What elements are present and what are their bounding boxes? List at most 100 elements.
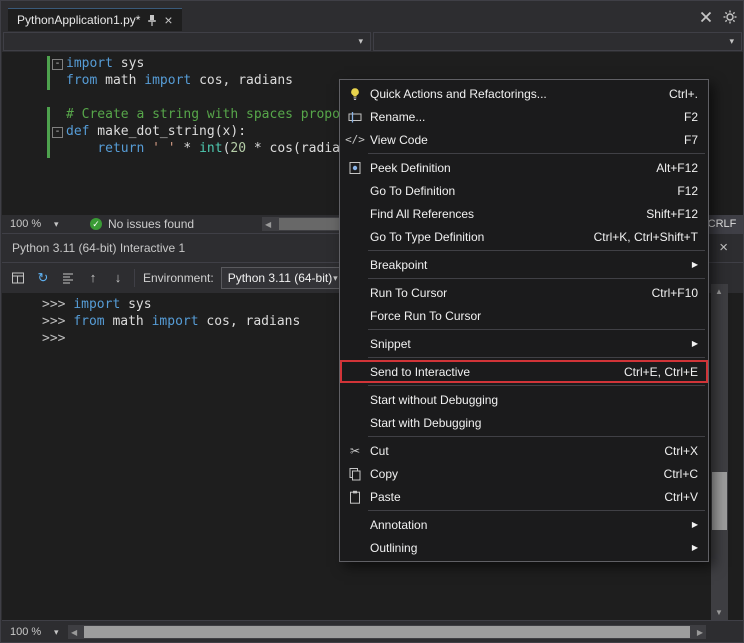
menu-shortcut: F12 bbox=[677, 184, 698, 198]
chevron-down-icon[interactable]: ▾ bbox=[54, 219, 59, 230]
scroll-left-icon[interactable]: ◀ bbox=[265, 220, 271, 229]
menu-item-rename[interactable]: Rename... F2 bbox=[340, 105, 708, 128]
code-token: >>> bbox=[42, 297, 73, 312]
panel-title: Python 3.11 (64-bit) Interactive 1 bbox=[12, 241, 185, 255]
menu-item-label: Run To Cursor bbox=[370, 286, 447, 300]
menu-item-view-code[interactable]: </>View CodeF7 bbox=[340, 128, 708, 151]
menu-item-force-run-to-cursor[interactable]: Force Run To Cursor bbox=[340, 304, 708, 327]
menu-item-start-with-debugging[interactable]: Start with Debugging bbox=[340, 411, 708, 434]
history-previous-icon[interactable]: ↑ bbox=[85, 271, 101, 285]
menu-item-label: View Code bbox=[370, 133, 428, 147]
code-token: ' ' bbox=[152, 141, 175, 156]
gear-icon[interactable] bbox=[723, 10, 737, 24]
close-icon[interactable]: × bbox=[719, 239, 728, 256]
menu-item-label: Send to Interactive bbox=[370, 365, 470, 379]
menu-item-go-to-definition[interactable]: Go To DefinitionF12 bbox=[340, 179, 708, 202]
menu-separator bbox=[368, 329, 705, 330]
menu-item-paste[interactable]: PasteCtrl+V bbox=[340, 485, 708, 508]
menu-item-outlining[interactable]: Outlining▶ bbox=[340, 536, 708, 559]
code-token: cos, radians bbox=[191, 73, 293, 88]
menu-item-start-without-debugging[interactable]: Start without Debugging bbox=[340, 388, 708, 411]
menu-item-snippet[interactable]: Snippet▶ bbox=[340, 332, 708, 355]
menu-item-send-to-interactive[interactable]: Send to Interactive Ctrl+E, Ctrl+E bbox=[340, 360, 708, 383]
scroll-left-icon[interactable]: ◀ bbox=[71, 628, 77, 637]
menu-item-label: Start without Debugging bbox=[370, 393, 498, 407]
code-line: >>> bbox=[42, 331, 300, 348]
code-token: import bbox=[66, 56, 113, 71]
code-token bbox=[66, 141, 97, 156]
code-line: >>> from math import cos, radians bbox=[42, 314, 300, 331]
menu-item-run-to-cursor[interactable]: Run To Cursor Ctrl+F10 bbox=[340, 281, 708, 304]
menu-separator bbox=[368, 250, 705, 251]
menu-item-cut[interactable]: ✂CutCtrl+X bbox=[340, 439, 708, 462]
menu-shortcut: Ctrl+E, Ctrl+E bbox=[624, 365, 698, 379]
code-token: import bbox=[73, 297, 120, 312]
code-token: make_dot_string(x): bbox=[89, 124, 246, 139]
menu-item-label: Peek Definition bbox=[370, 161, 451, 175]
submenu-arrow-icon: ▶ bbox=[692, 543, 698, 552]
interactive-vertical-scrollbar[interactable]: ▲ ▼ bbox=[711, 284, 728, 620]
document-tab-bar: PythonApplication1.py* × bbox=[1, 1, 744, 31]
editor-zoom-select[interactable]: 100 % bbox=[10, 218, 41, 230]
menu-shortcut: Ctrl+F10 bbox=[652, 286, 698, 300]
menu-item-go-to-type-definition[interactable]: Go To Type Definition Ctrl+K, Ctrl+Shift+… bbox=[340, 225, 708, 248]
code-token: cos, radians bbox=[199, 314, 301, 329]
fold-collapse-icon[interactable]: - bbox=[52, 59, 63, 70]
menu-item-peek-definition[interactable]: Peek DefinitionAlt+F12 bbox=[340, 156, 708, 179]
chevron-down-icon[interactable]: ▾ bbox=[54, 627, 59, 638]
menu-item-annotation[interactable]: Annotation ▶ bbox=[340, 513, 708, 536]
menu-item-breakpoint[interactable]: Breakpoint▶ bbox=[340, 253, 708, 276]
code-token: def bbox=[66, 124, 89, 139]
paste-icon bbox=[340, 490, 370, 504]
menu-item-find-all-references[interactable]: Find All ReferencesShift+F12 bbox=[340, 202, 708, 225]
menu-shortcut: Ctrl+K, Ctrl+Shift+T bbox=[594, 230, 698, 244]
menu-item-quick-actions-and-refactorings[interactable]: Quick Actions and Refactorings...Ctrl+. bbox=[340, 82, 708, 105]
pin-icon[interactable] bbox=[147, 14, 157, 27]
code-line: -def make_dot_string(x): bbox=[66, 124, 348, 141]
tab-pythonapplication1[interactable]: PythonApplication1.py* × bbox=[8, 8, 182, 31]
menu-separator bbox=[368, 436, 705, 437]
scroll-up-icon[interactable]: ▲ bbox=[715, 287, 723, 296]
menu-shortcut: F2 bbox=[684, 110, 698, 124]
code-token: import bbox=[152, 314, 199, 329]
interactive-code[interactable]: >>> import sys>>> from math import cos, … bbox=[42, 297, 300, 348]
reset-icon[interactable]: ↻ bbox=[35, 271, 51, 285]
environment-value: Python 3.11 (64-bit) bbox=[228, 271, 333, 285]
menu-item-label: Quick Actions and Refactorings... bbox=[370, 87, 547, 101]
environment-dropdown[interactable]: Python 3.11 (64-bit) ▾ bbox=[221, 267, 345, 289]
close-icon[interactable]: × bbox=[164, 13, 172, 27]
code-token: sys bbox=[113, 56, 144, 71]
scrollbar-thumb[interactable] bbox=[712, 472, 727, 530]
code-token: 20 bbox=[230, 141, 246, 156]
clear-screen-icon[interactable] bbox=[60, 271, 76, 285]
menu-item-copy[interactable]: CopyCtrl+C bbox=[340, 462, 708, 485]
menu-item-label: Rename... bbox=[370, 110, 425, 124]
chevron-down-icon: ▾ bbox=[333, 273, 338, 284]
copy-icon bbox=[340, 467, 370, 481]
toolbar-separator bbox=[134, 269, 135, 287]
code-token: return bbox=[97, 141, 144, 156]
cut-icon: ✂ bbox=[340, 444, 370, 458]
interactive-zoom-select[interactable]: 100 % bbox=[10, 626, 41, 638]
scroll-down-icon[interactable]: ▼ bbox=[715, 608, 723, 617]
fold-collapse-icon[interactable]: - bbox=[52, 127, 63, 138]
code-line: from math import cos, radians bbox=[66, 73, 348, 90]
menu-item-label: Force Run To Cursor bbox=[370, 309, 481, 323]
editor-code: -import sysfrom math import cos, radians… bbox=[66, 56, 348, 158]
member-scope-dropdown[interactable]: ▾ bbox=[373, 32, 742, 51]
code-line: >>> import sys bbox=[42, 297, 300, 314]
interactive-window-icon[interactable] bbox=[10, 271, 26, 285]
submenu-arrow-icon: ▶ bbox=[692, 520, 698, 529]
interactive-horizontal-scrollbar[interactable]: ◀ ▶ bbox=[68, 625, 706, 639]
scrollbar-thumb[interactable] bbox=[84, 626, 690, 638]
change-bar bbox=[47, 107, 50, 158]
menu-item-label: Annotation bbox=[370, 518, 427, 532]
code-token: math bbox=[97, 73, 144, 88]
tools-icon[interactable] bbox=[699, 10, 713, 24]
project-scope-dropdown[interactable]: ▾ bbox=[3, 32, 371, 51]
scroll-right-icon[interactable]: ▶ bbox=[697, 628, 703, 637]
code-token: int bbox=[199, 141, 222, 156]
menu-item-label: Cut bbox=[370, 444, 389, 458]
menu-item-label: Go To Type Definition bbox=[370, 230, 484, 244]
history-next-icon[interactable]: ↓ bbox=[110, 271, 126, 285]
